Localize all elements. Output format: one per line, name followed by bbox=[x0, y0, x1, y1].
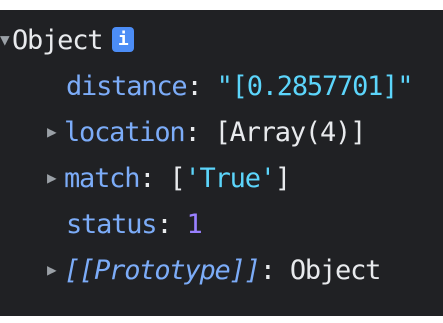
property-key: status bbox=[66, 209, 158, 240]
property-key: match bbox=[64, 163, 140, 194]
property-separator: : bbox=[184, 117, 215, 148]
screenshot-margin-bottom bbox=[0, 316, 443, 323]
triangle-down-icon[interactable]: ▼ bbox=[0, 17, 10, 63]
triangle-right-icon[interactable]: ▶ bbox=[47, 247, 61, 293]
property-separator: : bbox=[156, 209, 187, 240]
triangle-right-icon[interactable]: ▶ bbox=[47, 155, 61, 201]
property-row-distance: distance: "[0.2857701]" bbox=[66, 64, 414, 110]
info-icon[interactable]: i bbox=[112, 27, 135, 52]
prototype-key: [[Prototype]] bbox=[64, 255, 261, 286]
property-value-string: 'True' bbox=[184, 163, 276, 194]
prototype-value: Object bbox=[289, 255, 382, 286]
property-row-location[interactable]: ▶ location: [Array(4)] bbox=[47, 109, 367, 156]
property-separator: : bbox=[139, 163, 170, 194]
property-value-string: "[0.2857701]" bbox=[216, 71, 414, 102]
property-row-match[interactable]: ▶ match: ['True'] bbox=[47, 155, 291, 202]
property-separator: : bbox=[186, 71, 217, 102]
property-row-prototype[interactable]: ▶ [[Prototype]]: Object bbox=[47, 247, 382, 294]
property-value-array: [Array(4)] bbox=[214, 117, 367, 148]
property-separator: : bbox=[259, 255, 290, 286]
array-close-bracket: ] bbox=[274, 163, 291, 194]
triangle-right-icon[interactable]: ▶ bbox=[47, 109, 61, 155]
object-header-row[interactable]: ▼ Object i bbox=[0, 17, 135, 64]
property-key: location bbox=[64, 117, 186, 148]
console-object-view: ▼ Object i distance: "[0.2857701]" ▶ locati… bbox=[0, 10, 443, 316]
property-row-status: status: 1 bbox=[66, 202, 203, 248]
array-open-bracket: [ bbox=[169, 163, 185, 194]
screenshot-margin-top bbox=[0, 0, 443, 10]
object-header-label: Object bbox=[12, 25, 104, 56]
property-key: distance bbox=[66, 71, 188, 102]
property-value-number: 1 bbox=[186, 209, 202, 240]
